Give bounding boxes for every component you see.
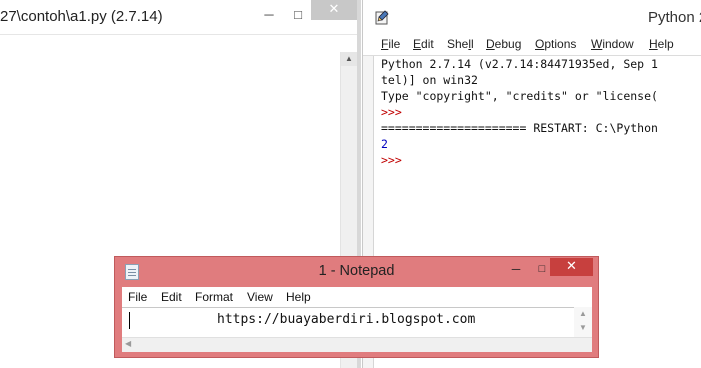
menu-rest: elp [657, 37, 674, 51]
idle-app-icon [375, 10, 389, 25]
shell-restart-line: ===================== RESTART: C:\Python [381, 121, 658, 135]
editor-scroll-up-icon[interactable]: ▲ [341, 52, 357, 66]
editor-close-button[interactable]: ✕ [311, 0, 357, 20]
shell-menu-window[interactable]: Window [591, 37, 634, 51]
menu-rest: ptions [544, 37, 577, 51]
notepad-client-area: File Edit Format View Help https://buaya… [122, 287, 592, 352]
shell-menu-file[interactable]: File [381, 37, 400, 51]
shell-menu-options[interactable]: Options [535, 37, 576, 51]
editor-titlebar[interactable]: 27\contoh\a1.py (2.7.14) ─ □ ✕ [0, 0, 361, 35]
notepad-menu-format[interactable]: Format [195, 290, 233, 304]
notepad-horizontal-scrollbar[interactable]: ◀ [122, 337, 592, 352]
menu-mnemonic: W [591, 37, 603, 51]
menu-rest: indow [602, 37, 634, 51]
text-caret [129, 312, 130, 329]
menu-rest: dit [421, 37, 434, 51]
editor-title: 27\contoh\a1.py (2.7.14) [0, 8, 163, 25]
notepad-menu-file[interactable]: File [128, 290, 147, 304]
scroll-left-icon[interactable]: ◀ [125, 339, 131, 348]
shell-titlebar[interactable]: Python 2 [363, 0, 701, 33]
shell-output-line: tel)] on win32 [381, 73, 478, 87]
notepad-menu-edit[interactable]: Edit [161, 290, 182, 304]
shell-output-line: Python 2.7.14 (v2.7.14:84471935ed, Sep 1 [381, 57, 658, 71]
notepad-minimize-button[interactable]: ─ [503, 261, 529, 279]
shell-menu-debug[interactable]: Debug [486, 37, 521, 51]
editor-maximize-button[interactable]: □ [286, 4, 310, 26]
menu-mnemonic: D [486, 37, 495, 51]
scroll-up-icon[interactable]: ▲ [574, 309, 592, 318]
shell-menu-shell[interactable]: Shell [447, 37, 474, 51]
editor-minimize-button[interactable]: ─ [257, 4, 281, 26]
notepad-close-button[interactable]: ✕ [550, 258, 593, 276]
shell-menu-help[interactable]: Help [649, 37, 674, 51]
notepad-menubar: File Edit Format View Help [122, 287, 592, 307]
menu-mnemonic: H [649, 37, 658, 51]
shell-prompt: >>> [381, 105, 402, 119]
shell-prompt: >>> [381, 153, 402, 167]
menu-mnemonic: O [535, 37, 545, 51]
menu-rest: l [471, 37, 474, 51]
notepad-titlebar[interactable]: 1 - Notepad ─ □ ✕ [115, 257, 598, 287]
menu-rest: She [447, 37, 469, 51]
notepad-content: https://buayaberdiri.blogspot.com [217, 312, 476, 327]
scroll-down-icon[interactable]: ▼ [574, 323, 592, 332]
notepad-menu-help[interactable]: Help [286, 290, 311, 304]
shell-title: Python 2 [648, 9, 701, 26]
shell-result-line: 2 [381, 137, 388, 151]
notepad-text-area[interactable]: https://buayaberdiri.blogspot.com [122, 307, 592, 338]
notepad-menu-view[interactable]: View [247, 290, 273, 304]
shell-menu-edit[interactable]: Edit [413, 37, 434, 51]
notepad-window: 1 - Notepad ─ □ ✕ File Edit Format View … [114, 256, 599, 358]
shell-output-line: Type "copyright", "credits" or "license( [381, 89, 658, 103]
menu-rest: ile [388, 37, 401, 51]
menu-rest: ebug [494, 37, 522, 51]
notepad-vertical-scrollbar[interactable]: ▲ ▼ [574, 307, 592, 337]
menu-mnemonic: E [413, 37, 422, 51]
shell-menubar: File Edit Shell Debug Options Window Hel… [363, 34, 701, 54]
